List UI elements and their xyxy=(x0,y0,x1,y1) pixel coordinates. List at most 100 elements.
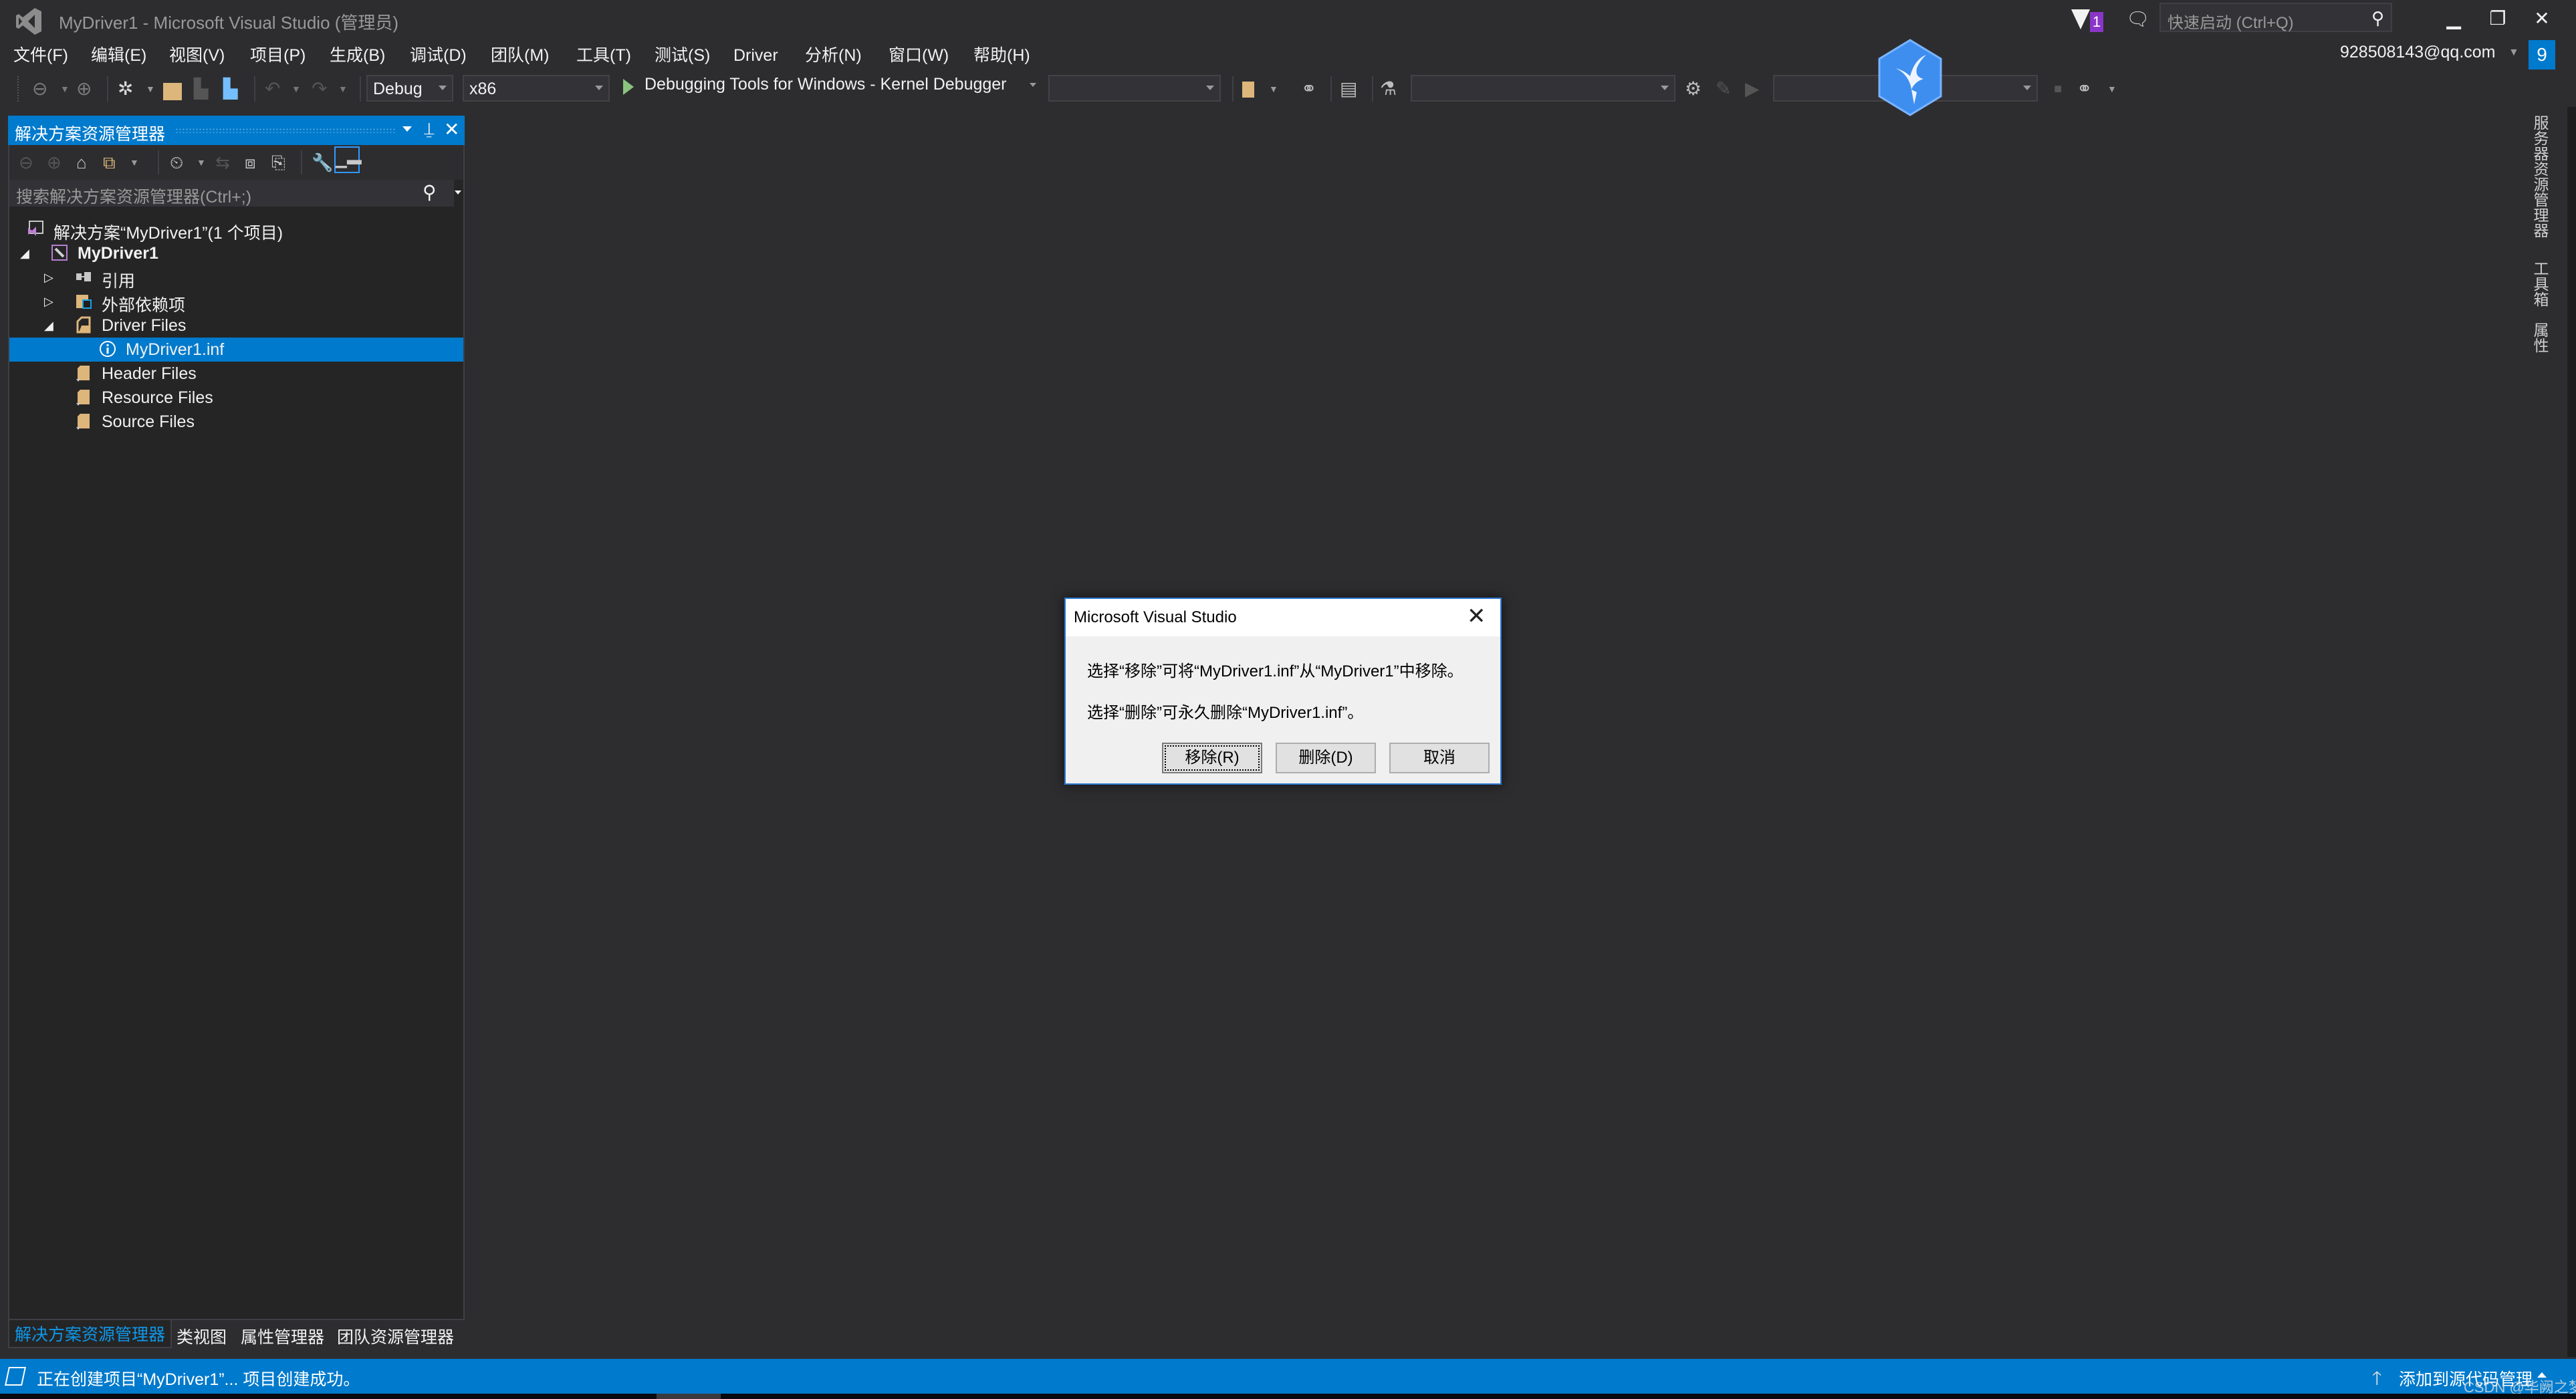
new-item-dropdown-icon[interactable]: ▼ xyxy=(146,78,155,100)
toolbar-grip[interactable] xyxy=(17,76,20,102)
collapse-arrow-icon[interactable]: ◢ xyxy=(44,319,53,333)
navigate-back-icon[interactable]: ⊖ xyxy=(32,78,47,100)
dialog-title-bar[interactable]: Microsoft Visual Studio ✕ xyxy=(1066,599,1500,636)
tree-item-driver-files[interactable]: ◢ Driver Files xyxy=(9,313,463,338)
startup-item-dropdown[interactable] xyxy=(1048,75,1221,102)
menu-driver[interactable]: Driver xyxy=(733,41,778,70)
delete-button[interactable]: 删除(D) xyxy=(1276,743,1376,773)
sync-with-active-document-icon[interactable]: ⇆ xyxy=(215,152,230,173)
tree-item-header-files[interactable]: Header Files xyxy=(9,362,463,386)
account-notification-badge[interactable]: 9 xyxy=(2529,40,2555,70)
tree-item-external-dependencies[interactable]: ▷ 外部依赖项 xyxy=(9,289,463,315)
menu-team[interactable]: 团队(M) xyxy=(491,41,549,70)
find-in-files-icon[interactable] xyxy=(1242,82,1254,98)
source-control-icon[interactable]: ⚭ xyxy=(1301,78,1316,100)
stop-icon[interactable]: ■ xyxy=(2054,78,2062,100)
attach-icon[interactable]: ⚗ xyxy=(1380,78,1397,100)
pencil-icon[interactable]: ✎ xyxy=(1716,78,1731,100)
home-icon[interactable]: ⌂ xyxy=(76,152,87,173)
search-options-dropdown-icon[interactable] xyxy=(455,190,461,195)
quick-launch-input[interactable]: 快速启动 (Ctrl+Q) ⚲ xyxy=(2159,3,2392,32)
save-all-icon[interactable]: ▙ xyxy=(223,78,238,100)
menu-build[interactable]: 生成(B) xyxy=(330,41,385,70)
feedback-icon[interactable]: 🗨 xyxy=(2126,8,2150,32)
show-all-files-icon[interactable]: ⎘ xyxy=(271,152,285,173)
pin-icon[interactable]: ⍊ xyxy=(424,118,435,140)
toolbar-overflow-icon[interactable]: ▼ xyxy=(2107,78,2117,100)
filter-dropdown-icon[interactable]: ▼ xyxy=(197,152,206,173)
restore-button[interactable]: ❐ xyxy=(2478,4,2518,33)
platform-dropdown[interactable]: x86 xyxy=(463,75,610,102)
menu-window[interactable]: 窗口(W) xyxy=(889,41,949,70)
start-debugging-button[interactable]: Debugging Tools for Windows - Kernel Deb… xyxy=(645,75,1007,94)
publish-arrow-icon[interactable]: 🡑 xyxy=(2372,1364,2382,1396)
switch-views-icon[interactable]: ⧉ xyxy=(103,152,116,173)
menu-debug[interactable]: 调试(D) xyxy=(410,41,467,70)
tree-item-project[interactable]: ◢ MyDriver1 xyxy=(9,241,463,265)
start-debugging-icon[interactable] xyxy=(623,79,634,95)
menu-test[interactable]: 测试(S) xyxy=(655,41,710,70)
menu-view[interactable]: 视图(V) xyxy=(169,41,225,70)
collapse-arrow-icon[interactable]: ◢ xyxy=(20,247,29,261)
dialog-close-icon[interactable]: ✕ xyxy=(1467,603,1486,630)
deploy-icon[interactable]: ⚭ xyxy=(2077,78,2092,100)
tab-toolbox[interactable]: 工具箱 xyxy=(2531,261,2551,307)
menu-edit[interactable]: 编辑(E) xyxy=(91,41,146,70)
new-item-icon[interactable]: ✲ xyxy=(118,78,133,100)
configuration-dropdown[interactable]: Debug xyxy=(366,75,453,102)
back-dropdown-icon[interactable]: ▼ xyxy=(60,78,70,100)
expand-arrow-icon[interactable]: ▷ xyxy=(44,295,53,309)
collapse-all-icon[interactable]: ⧈ xyxy=(245,152,256,173)
redo-icon[interactable]: ↷ xyxy=(312,78,327,100)
undo-icon[interactable]: ↶ xyxy=(265,78,280,100)
tab-solution-explorer[interactable]: 解决方案资源管理器 xyxy=(8,1320,172,1348)
search-icon[interactable]: ⚲ xyxy=(2371,8,2384,29)
run-icon[interactable]: ▶ xyxy=(1745,78,1760,100)
close-icon[interactable]: ✕ xyxy=(444,118,459,140)
save-icon[interactable]: ▙ xyxy=(194,78,209,100)
open-file-icon[interactable] xyxy=(163,83,182,100)
menu-file[interactable]: 文件(F) xyxy=(13,41,68,70)
tab-property-manager[interactable]: 属性管理器 xyxy=(241,1324,324,1348)
solution-explorer-search-input[interactable]: 搜索解决方案资源管理器(Ctrl+;) ⚲ xyxy=(9,180,454,207)
properties-wrench-icon[interactable]: 🔧 xyxy=(312,152,333,173)
search-icon[interactable]: ⚲ xyxy=(423,181,437,203)
window-position-menu-icon[interactable] xyxy=(402,126,412,132)
tree-item-references[interactable]: ▷ 引用 xyxy=(9,265,463,291)
menu-tools[interactable]: 工具(T) xyxy=(576,41,631,70)
chevron-down-icon[interactable] xyxy=(1030,83,1036,87)
menu-analyze[interactable]: 分析(N) xyxy=(805,41,862,70)
diagnostics-icon[interactable]: ⚙ xyxy=(1685,78,1702,100)
chevron-down-icon[interactable]: ▼ xyxy=(2508,47,2519,59)
toolbar-dropdown-1[interactable] xyxy=(1411,75,1675,102)
menu-help[interactable]: 帮助(H) xyxy=(973,41,1030,70)
tree-item-resource-files[interactable]: Resource Files xyxy=(9,386,463,410)
notifications-button[interactable]: 1 xyxy=(2071,7,2111,33)
navigate-forward-icon[interactable]: ⊕ xyxy=(76,78,92,100)
panel-drag-handle[interactable] xyxy=(175,128,396,133)
tab-properties[interactable]: 属性 xyxy=(2531,322,2551,353)
taskbar-item[interactable] xyxy=(657,1394,721,1399)
tab-team-explorer[interactable]: 团队资源管理器 xyxy=(337,1324,454,1348)
remove-button[interactable]: 移除(R) xyxy=(1162,743,1262,773)
tab-server-explorer[interactable]: 服务器资源管理器 xyxy=(2531,115,2551,238)
preview-selected-items-toggle[interactable]: ▁▬ xyxy=(334,146,362,173)
menu-project[interactable]: 项目(P) xyxy=(250,41,306,70)
expand-arrow-icon[interactable]: ▷ xyxy=(44,271,53,285)
minimize-button[interactable]: ▁ xyxy=(2434,4,2474,33)
tree-item-source-files[interactable]: Source Files xyxy=(9,410,463,434)
floating-bird-app-icon[interactable] xyxy=(1875,39,1945,116)
forward-icon[interactable]: ⊕ xyxy=(47,152,62,173)
find-dropdown-icon[interactable]: ▼ xyxy=(1269,78,1278,100)
comment-icon[interactable]: ▤ xyxy=(1340,78,1357,100)
tree-item-mydriver1-inf[interactable]: MyDriver1.inf xyxy=(9,338,463,362)
account-name[interactable]: 928508143@qq.com xyxy=(2340,43,2496,62)
tree-item-solution[interactable]: 解决方案“MyDriver1”(1 个项目) xyxy=(9,217,463,243)
switch-views-dropdown-icon[interactable]: ▼ xyxy=(130,152,139,173)
close-window-button[interactable]: ✕ xyxy=(2522,4,2562,33)
pending-changes-filter-icon[interactable]: ⏲ xyxy=(170,152,183,173)
back-icon[interactable]: ⊖ xyxy=(19,152,33,173)
redo-dropdown-icon[interactable]: ▼ xyxy=(338,78,348,100)
cancel-button[interactable]: 取消 xyxy=(1389,743,1490,773)
undo-dropdown-icon[interactable]: ▼ xyxy=(291,78,301,100)
